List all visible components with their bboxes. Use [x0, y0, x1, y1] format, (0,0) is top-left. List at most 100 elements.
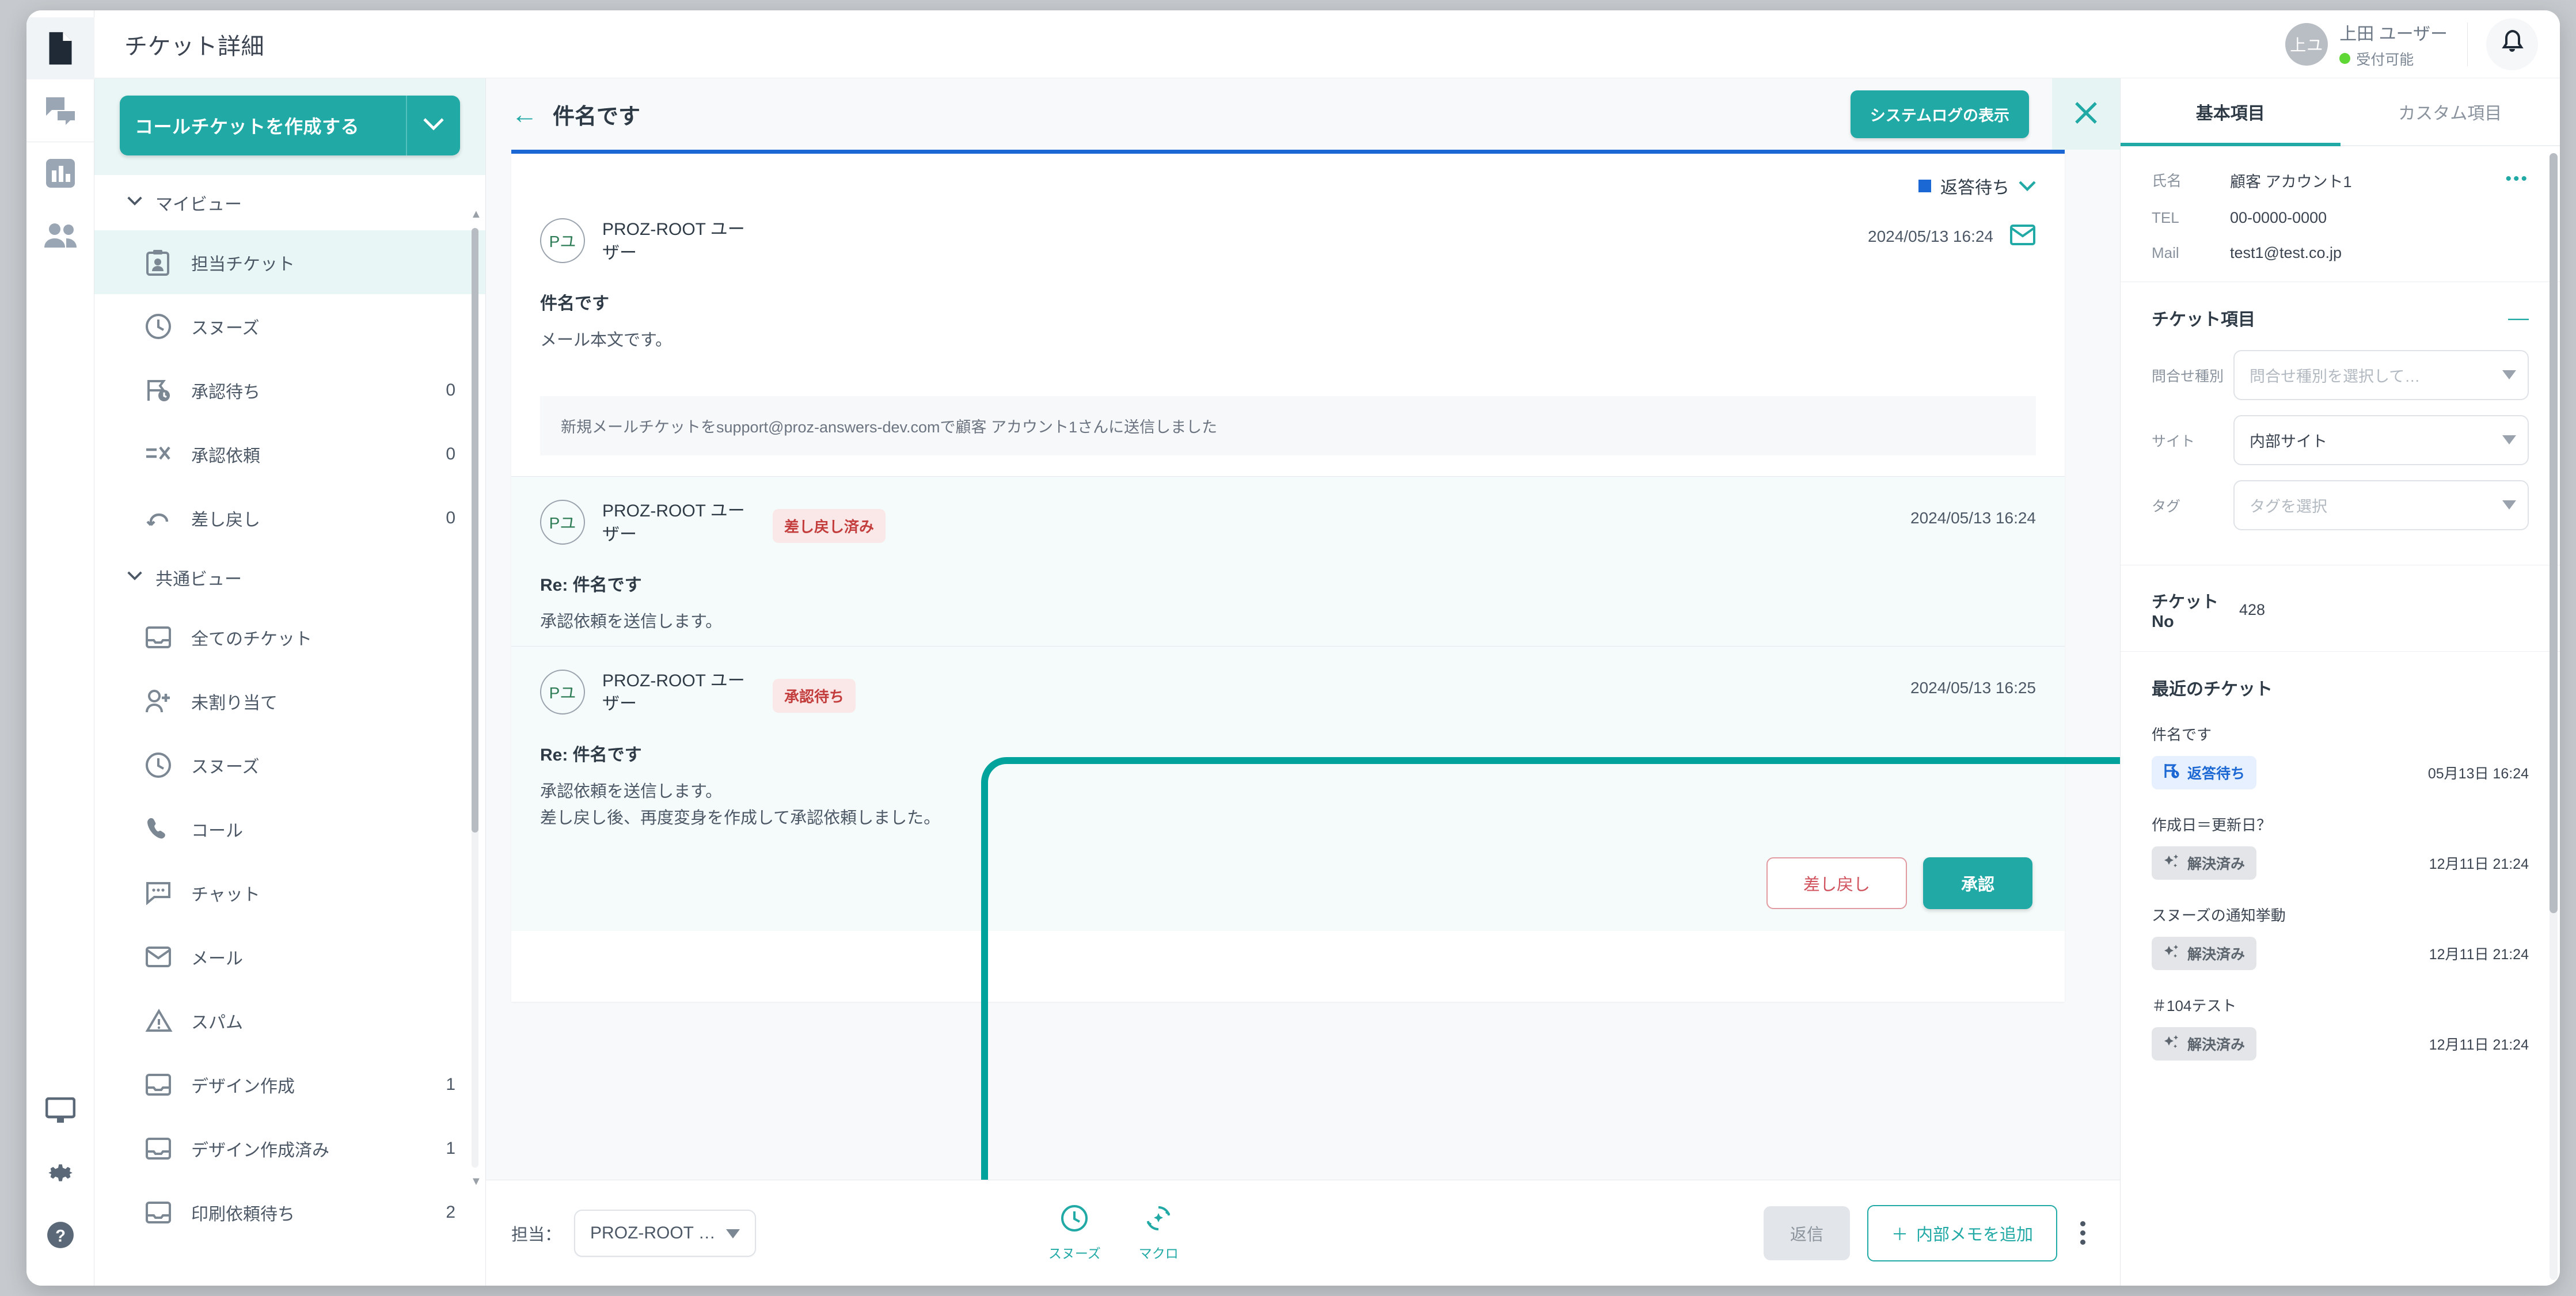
- sidebar-item-count: 0: [446, 444, 455, 464]
- list-item[interactable]: ＃104テスト 解決済み 12月11日 21:24: [2152, 994, 2529, 1061]
- user-chip[interactable]: 上ユ 上田 ユーザー 受付可能: [2285, 20, 2467, 69]
- top-bar-right: 上ユ 上田 ユーザー 受付可能: [2285, 18, 2538, 70]
- sidebar-item-returned[interactable]: 差し戻し 0: [94, 486, 485, 550]
- nav-group-my-view[interactable]: マイビュー: [94, 175, 485, 230]
- macro-icon: [1144, 1204, 1173, 1236]
- inbox-icon: [145, 625, 176, 649]
- sidebar-item-design-create[interactable]: デザイン作成 1: [94, 1052, 485, 1116]
- ticket-fields-title: チケット項目: [2152, 305, 2255, 330]
- tag-select[interactable]: タグを選択: [2233, 480, 2529, 530]
- approve-button[interactable]: 承認: [1923, 857, 2032, 909]
- sidebar-scrollbar[interactable]: ▲ ▼: [470, 208, 480, 1187]
- nav-scroll-area[interactable]: マイビュー 担当チケット スヌーズ: [94, 175, 485, 1286]
- list-item[interactable]: スヌーズの通知挙動 解決済み 12月11日 21:24: [2152, 904, 2529, 970]
- chevron-down-icon: [2019, 176, 2036, 196]
- status-badge: 承認待ち: [773, 679, 856, 713]
- sidebar-item-print-waiting[interactable]: 印刷依頼待ち 2: [94, 1180, 485, 1244]
- rail-item-customers[interactable]: [26, 204, 94, 267]
- details-scrollbar[interactable]: [2550, 153, 2558, 1280]
- rail-item-tickets[interactable]: [26, 17, 94, 79]
- back-arrow-icon[interactable]: ←: [511, 101, 538, 127]
- sidebar-item-mail[interactable]: メール: [94, 925, 485, 989]
- site-select[interactable]: 内部サイト: [2233, 415, 2529, 465]
- list-item[interactable]: 作成日＝更新日？ 解決済み 12月11日 21:24: [2152, 814, 2529, 880]
- scroll-down-icon[interactable]: ▼: [470, 1176, 480, 1187]
- close-panel-button[interactable]: [2052, 78, 2120, 150]
- sidebar-item-all-tickets[interactable]: 全てのチケット: [94, 605, 485, 669]
- snooze-tool-button[interactable]: スヌーズ: [1048, 1204, 1101, 1262]
- sidebar-item-snooze-my[interactable]: スヌーズ: [94, 294, 485, 358]
- sidebar-item-chat[interactable]: チャット: [94, 861, 485, 925]
- approval-block: Pユ PROZ-ROOT ユーザー 差し戻し済み 2024/05/13 16:2…: [511, 476, 2065, 930]
- reject-button[interactable]: 差し戻し: [1766, 857, 1907, 909]
- details-panel: 基本項目 カスタム項目 氏名 顧客 アカウント1 ••• TEL 00-0000…: [2120, 78, 2560, 1286]
- chat-icon: [45, 96, 76, 125]
- sidebar-item-design-done[interactable]: デザイン作成済み 1: [94, 1116, 485, 1180]
- create-call-ticket-label: コールチケットを作成する: [120, 96, 406, 155]
- status-label: 解決済み: [2187, 943, 2245, 964]
- status-badge: 差し戻し済み: [773, 509, 886, 543]
- left-nav: コールチケットを作成する マイビュー: [94, 78, 486, 1286]
- inbox-icon: [145, 1073, 176, 1097]
- scrollbar-thumb[interactable]: [472, 228, 478, 833]
- contact-key: 氏名: [2152, 169, 2230, 191]
- nav-group-common-view[interactable]: 共通ビュー: [94, 550, 485, 605]
- return-arrow-icon: [145, 507, 176, 530]
- sidebar-item-unassigned[interactable]: 未割り当て: [94, 669, 485, 733]
- assignee-select[interactable]: PROZ-ROOT …: [574, 1210, 756, 1257]
- sidebar-item-awaiting-approval[interactable]: 承認待ち 0: [94, 358, 485, 422]
- tab-basic-items[interactable]: 基本項目: [2121, 78, 2341, 145]
- rail-item-chat[interactable]: [26, 79, 94, 142]
- inquiry-type-select[interactable]: 問合せ種別を選択して…: [2233, 350, 2529, 400]
- sparkle-icon: [2163, 944, 2180, 964]
- envelope-icon: [2009, 218, 2036, 249]
- message-body-line: 承認依頼を送信します。: [540, 609, 2036, 635]
- macro-tool-button[interactable]: マクロ: [1139, 1204, 1179, 1262]
- message-header: Pユ PROZ-ROOT ユーザー 2024/05/13 16:24: [540, 218, 2036, 265]
- rail-item-monitor[interactable]: [26, 1080, 94, 1142]
- select-value: 問合せ種別を選択して…: [2250, 364, 2420, 386]
- status-badge[interactable]: 返答待ち: [1918, 173, 2036, 199]
- system-log-button[interactable]: システムログの表示: [1851, 90, 2029, 138]
- notifications-button[interactable]: [2486, 18, 2538, 70]
- sidebar-item-assigned-tickets[interactable]: 担当チケット: [94, 230, 485, 294]
- add-internal-memo-button[interactable]: ＋ 内部メモを追加: [1867, 1205, 2057, 1261]
- sidebar-item-label: デザイン作成済み: [191, 1136, 329, 1161]
- sidebar-item-label: チャット: [191, 880, 260, 906]
- ticket-thread[interactable]: 返答待ち Pユ PROZ-ROOT ユーザー 2024/0: [486, 150, 2120, 1180]
- sidebar-item-snooze-common[interactable]: スヌーズ: [94, 733, 485, 797]
- sidebar-item-call[interactable]: コール: [94, 797, 485, 861]
- sidebar-item-approval-request[interactable]: 承認依頼 0: [94, 422, 485, 486]
- reply-button[interactable]: 返信: [1764, 1206, 1850, 1260]
- desktop-background: ? チケット詳細 上ユ 上田 ユーザー 受付可能: [0, 0, 2576, 1296]
- contact-value: 00-0000-0000: [2230, 209, 2327, 227]
- create-dropdown-button[interactable]: [406, 96, 460, 155]
- clock-icon: [1060, 1204, 1089, 1236]
- message-header: Pユ PROZ-ROOT ユーザー 承認待ち 2024/05/13 16:25: [540, 670, 2036, 716]
- contact-key: TEL: [2152, 209, 2230, 227]
- rail-item-reports[interactable]: [26, 142, 94, 204]
- minus-icon[interactable]: —: [2508, 311, 2529, 324]
- status-badge: 解決済み: [2152, 1027, 2256, 1061]
- chevron-down-icon: [726, 1223, 740, 1243]
- thread-message: Pユ PROZ-ROOT ユーザー 差し戻し済み 2024/05/13 16:2…: [511, 477, 2065, 646]
- recent-subject: ＃104テスト: [2152, 994, 2529, 1016]
- rail-item-settings[interactable]: [26, 1142, 94, 1204]
- phone-icon: [145, 816, 176, 842]
- icon-rail: ?: [26, 10, 94, 1286]
- more-dots-icon[interactable]: •••: [2505, 169, 2529, 189]
- kebab-menu-icon[interactable]: [2075, 1215, 2091, 1251]
- sidebar-item-spam[interactable]: スパム: [94, 989, 485, 1052]
- gear-icon: [46, 1158, 75, 1187]
- create-call-ticket-button[interactable]: コールチケットを作成する: [120, 96, 460, 155]
- recent-line: 解決済み 12月11日 21:24: [2152, 1027, 2529, 1061]
- sidebar-item-label: スヌーズ: [191, 752, 260, 778]
- list-item[interactable]: 件名です 返答待ち 05月13日 16:24: [2152, 723, 2529, 789]
- scrollbar-thumb[interactable]: [2550, 153, 2558, 913]
- select-value: 内部サイト: [2250, 429, 2327, 451]
- message-author: PROZ-ROOT ユーザー: [602, 218, 758, 265]
- tab-custom-items[interactable]: カスタム項目: [2341, 78, 2560, 145]
- scroll-up-icon[interactable]: ▲: [470, 208, 480, 220]
- rail-item-help[interactable]: ?: [26, 1204, 94, 1266]
- sidebar-item-count: 0: [446, 381, 455, 400]
